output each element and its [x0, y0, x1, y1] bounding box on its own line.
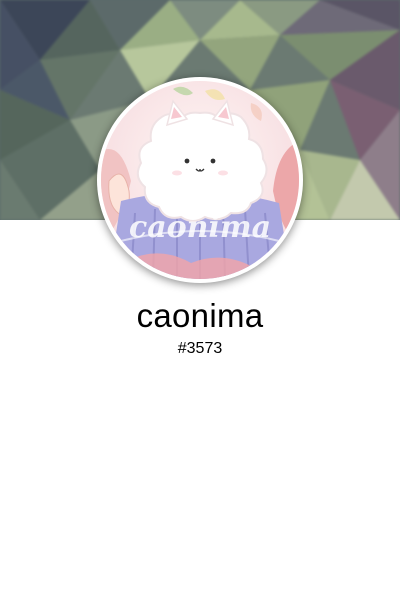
profile-card: caonima caonima #3573: [0, 0, 400, 600]
username: caonima: [136, 297, 264, 334]
fluffy-cat-avatar-icon: caonima: [101, 81, 299, 279]
user-tag: #3573: [177, 340, 223, 357]
avatar-overlay-text: caonima: [129, 210, 271, 245]
avatar[interactable]: caonima: [101, 81, 299, 279]
avatar-frame[interactable]: caonima: [97, 77, 303, 283]
